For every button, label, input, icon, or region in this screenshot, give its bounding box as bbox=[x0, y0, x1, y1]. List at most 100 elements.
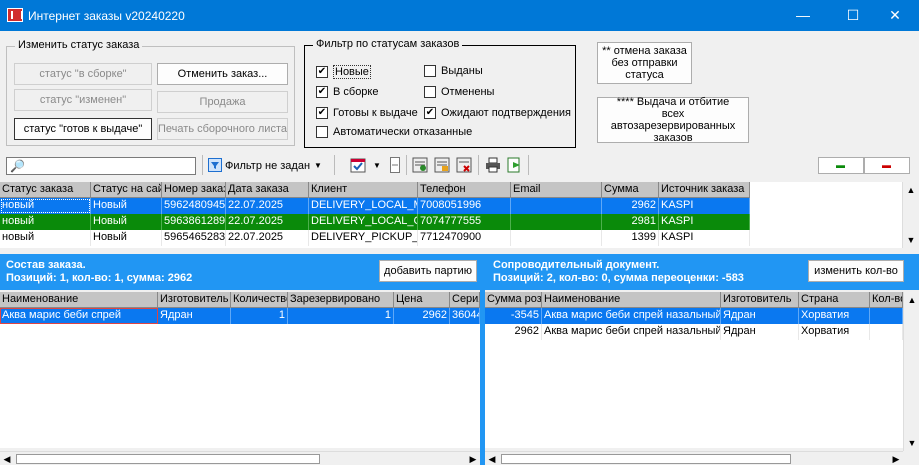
scroll-left-icon[interactable]: ◀ bbox=[0, 452, 14, 465]
export-icon[interactable] bbox=[506, 156, 524, 174]
scroll-up-icon[interactable]: ▲ bbox=[904, 292, 919, 308]
status-assembly-button[interactable]: статус "в сборке" bbox=[14, 63, 152, 85]
orders-col-phone[interactable]: Телефон bbox=[418, 182, 511, 198]
filter-icon[interactable] bbox=[206, 156, 224, 174]
scroll-left-icon[interactable]: ◀ bbox=[485, 452, 499, 465]
edit-row-icon[interactable] bbox=[433, 156, 451, 174]
filter-awaiting-checkbox[interactable]: Ожидают подтверждения bbox=[424, 107, 571, 119]
cell[interactable]: KASPI bbox=[659, 198, 750, 214]
cell[interactable]: KASPI bbox=[659, 230, 750, 246]
document-vscroll[interactable]: ▲ ▼ bbox=[903, 292, 919, 451]
cell[interactable]: 7074777555 bbox=[418, 214, 511, 230]
cell[interactable]: Ядран bbox=[158, 308, 231, 324]
cell[interactable]: 7712470900 bbox=[418, 230, 511, 246]
filter-issued-checkbox[interactable]: Выданы bbox=[424, 65, 483, 77]
filter-dropdown-icon[interactable]: ▼ bbox=[309, 156, 327, 174]
scroll-down-icon[interactable]: ▼ bbox=[904, 435, 919, 451]
scroll-up-icon[interactable]: ▲ bbox=[903, 182, 919, 198]
checkbox-box[interactable] bbox=[424, 86, 436, 98]
cell[interactable]: 7008051996 bbox=[418, 198, 511, 214]
cell[interactable]: DELIVERY_LOCAL_Мука bbox=[309, 198, 418, 214]
orders-col-source[interactable]: Источник заказа bbox=[659, 182, 750, 198]
scroll-thumb[interactable] bbox=[501, 454, 791, 464]
scroll-right-icon[interactable]: ▶ bbox=[466, 452, 480, 465]
cell[interactable]: Аква марис беби спрей назальный bbox=[542, 324, 721, 340]
cell[interactable]: 1 bbox=[231, 308, 288, 324]
scroll-thumb[interactable] bbox=[16, 454, 320, 464]
doc-col-sum[interactable]: Сумма розн. bbox=[485, 292, 542, 308]
cell[interactable]: 36044 bbox=[450, 308, 480, 324]
cell[interactable]: 5962480945 bbox=[162, 198, 226, 214]
table-row[interactable]: Аква марис беби спрей Ядран 1 1 2962 360… bbox=[0, 308, 480, 324]
checkbox-box[interactable] bbox=[316, 66, 328, 78]
filter-new-checkbox[interactable]: Новые bbox=[316, 65, 371, 79]
comp-col-name[interactable]: Наименование bbox=[0, 292, 158, 308]
print-icon[interactable] bbox=[484, 156, 502, 174]
legend-green-button[interactable]: ▬ bbox=[818, 157, 864, 174]
orders-col-sum[interactable]: Сумма bbox=[602, 182, 659, 198]
cancel-order-button[interactable]: Отменить заказ... bbox=[157, 63, 288, 85]
orders-scrollbar[interactable]: ▲ ▼ bbox=[902, 182, 918, 248]
filter-status-label[interactable]: Фильтр не задан bbox=[225, 160, 310, 172]
cell[interactable]: 22.07.2025 bbox=[226, 198, 309, 214]
orders-col-status[interactable]: Статус заказа bbox=[0, 182, 91, 198]
cell[interactable]: Ядран bbox=[721, 308, 799, 324]
comp-col-qty[interactable]: Количество bbox=[231, 292, 288, 308]
calendar-dropdown-icon[interactable]: ▼ bbox=[368, 156, 386, 174]
cell[interactable]: Хорватия bbox=[799, 308, 870, 324]
cell[interactable]: новый bbox=[0, 214, 91, 230]
comp-col-series[interactable]: Серия bbox=[450, 292, 480, 308]
cell[interactable] bbox=[870, 308, 903, 324]
sale-button[interactable]: Продажа bbox=[157, 91, 288, 113]
comp-col-price[interactable]: Цена bbox=[394, 292, 450, 308]
filter-ready-checkbox[interactable]: Готовы к выдаче bbox=[316, 107, 418, 119]
doc-col-name[interactable]: Наименование bbox=[542, 292, 721, 308]
cancel-no-send-button[interactable]: ** отмена заказа без отправки статуса bbox=[597, 42, 692, 84]
table-row[interactable]: новый Новый 5962480945 22.07.2025 DELIVE… bbox=[0, 198, 750, 214]
composition-hscroll[interactable]: ◀ ▶ bbox=[0, 451, 480, 465]
cell[interactable] bbox=[870, 324, 903, 340]
document-hscroll[interactable]: ◀ ▶ bbox=[485, 451, 903, 465]
print-sheet-button[interactable]: Печать сборочного листа bbox=[157, 118, 288, 140]
doc-col-maker[interactable]: Изготовитель bbox=[721, 292, 799, 308]
table-row[interactable]: новый Новый 5965465283 22.07.2025 DELIVE… bbox=[0, 230, 750, 246]
doc-col-country[interactable]: Страна bbox=[799, 292, 870, 308]
legend-red-button[interactable]: ▬ bbox=[864, 157, 910, 174]
cell[interactable]: 5965465283 bbox=[162, 230, 226, 246]
cell[interactable]: 2962 bbox=[485, 324, 542, 340]
cell[interactable]: 2962 bbox=[602, 198, 659, 214]
scroll-down-icon[interactable]: ▼ bbox=[903, 232, 919, 248]
issue-all-button[interactable]: **** Выдача и отбитие всех автозарезерви… bbox=[597, 96, 749, 144]
scroll-right-icon[interactable]: ▶ bbox=[889, 452, 903, 465]
cell[interactable]: 1399 bbox=[602, 230, 659, 246]
cell[interactable]: KASPI bbox=[659, 214, 750, 230]
cell[interactable]: 2962 bbox=[394, 308, 450, 324]
status-ready-button[interactable]: статус "готов к выдаче" bbox=[14, 118, 152, 140]
cell[interactable]: Хорватия bbox=[799, 324, 870, 340]
checkbox-box[interactable] bbox=[424, 65, 436, 77]
checkbox-box[interactable] bbox=[316, 86, 328, 98]
delete-row-icon[interactable] bbox=[455, 156, 473, 174]
orders-col-email[interactable]: Email bbox=[511, 182, 602, 198]
orders-col-date[interactable]: Дата заказа bbox=[226, 182, 309, 198]
close-button[interactable]: ✕ bbox=[872, 0, 918, 31]
table-row[interactable]: 2962 Аква марис беби спрей назальный Ядр… bbox=[485, 324, 903, 340]
cell[interactable]: новый bbox=[0, 198, 91, 214]
orders-col-site-status[interactable]: Статус на сайте bbox=[91, 182, 162, 198]
cell[interactable]: новый bbox=[0, 230, 91, 246]
filter-auto-refused-checkbox[interactable]: Автоматически отказанные bbox=[316, 126, 472, 138]
doc-col-qty[interactable]: Кол-во bbox=[870, 292, 903, 308]
calendar-icon[interactable] bbox=[349, 156, 367, 174]
expand-icon[interactable] bbox=[386, 156, 404, 174]
cell[interactable]: 22.07.2025 bbox=[226, 214, 309, 230]
cell[interactable]: 5963861289 bbox=[162, 214, 226, 230]
cell[interactable] bbox=[511, 230, 602, 246]
cell[interactable] bbox=[511, 214, 602, 230]
orders-col-client[interactable]: Клиент bbox=[309, 182, 418, 198]
cell[interactable]: 1 bbox=[288, 308, 394, 324]
cell[interactable]: -3545 bbox=[485, 308, 542, 324]
status-changed-button[interactable]: статус "изменен" bbox=[14, 89, 152, 111]
table-row[interactable]: новый Новый 5963861289 22.07.2025 DELIVE… bbox=[0, 214, 750, 230]
add-row-icon[interactable] bbox=[411, 156, 429, 174]
cell[interactable]: Новый bbox=[91, 198, 162, 214]
